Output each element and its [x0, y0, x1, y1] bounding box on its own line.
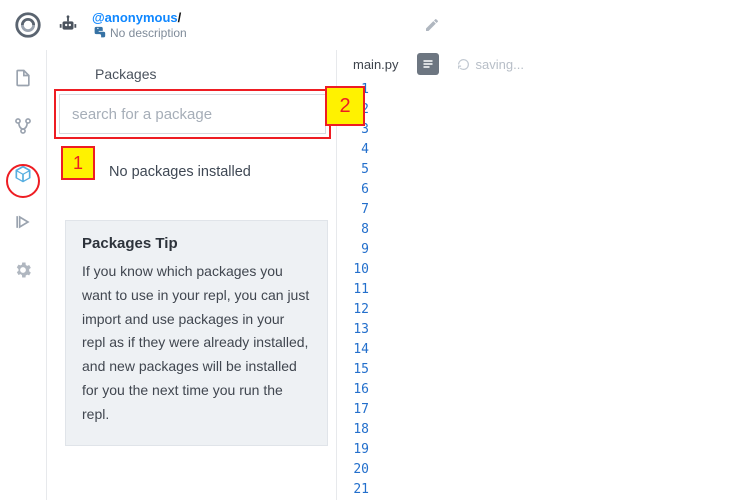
python-icon	[92, 26, 106, 40]
version-control-tab[interactable]	[9, 112, 37, 140]
filename-tab[interactable]: main.py	[353, 57, 399, 72]
settings-tab[interactable]	[9, 256, 37, 284]
edit-icon[interactable]	[424, 17, 440, 33]
app-logo[interactable]	[12, 9, 44, 41]
active-tab-highlight	[6, 164, 40, 198]
description: No description	[92, 26, 187, 40]
saving-status: saving...	[457, 57, 524, 72]
tip-title: Packages Tip	[82, 235, 311, 252]
code-area[interactable]	[377, 78, 732, 500]
callout-2: 2	[325, 86, 365, 126]
robot-icon	[54, 11, 82, 39]
line-gutter: 123456789101112131415161718192021	[337, 78, 377, 500]
panel-title: Packages	[59, 62, 326, 88]
files-tab[interactable]	[9, 64, 37, 92]
package-search-input[interactable]	[59, 94, 326, 134]
packages-tip: Packages Tip If you know which packages …	[65, 220, 328, 446]
tab-indicator-icon[interactable]	[417, 53, 439, 75]
username-link[interactable]: @anonymous/	[92, 10, 187, 26]
debugger-tab[interactable]	[9, 208, 37, 236]
tip-body: If you know which packages you want to u…	[82, 260, 311, 427]
empty-state-text: No packages installed	[65, 162, 328, 180]
callout-1: 1	[61, 146, 95, 180]
